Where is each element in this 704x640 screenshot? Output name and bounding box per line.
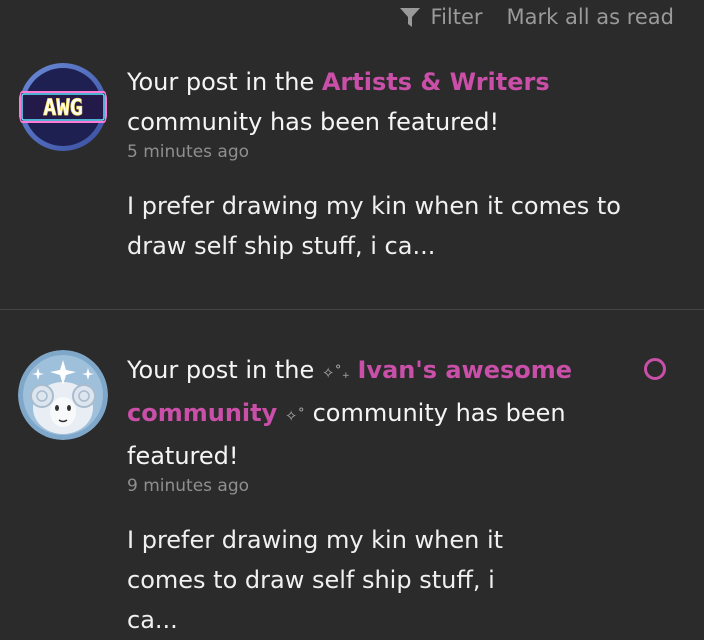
unread-indicator[interactable] <box>644 358 666 380</box>
community-avatar[interactable]: AWG <box>18 62 108 152</box>
community-link[interactable]: Artists & Writers <box>322 68 550 96</box>
post-excerpt[interactable]: I prefer drawing my kin when it comes to… <box>127 520 547 640</box>
timestamp: 9 minutes ago <box>127 476 250 496</box>
headline-prefix: Your post in the <box>127 356 322 384</box>
sparkle-decoration: ✧˚₊ <box>321 364 350 382</box>
awg-logo-icon: AWG <box>19 63 107 151</box>
headline-prefix: Your post in the <box>127 68 322 96</box>
filter-label: Filter <box>430 5 483 29</box>
sparkle-decoration: ✧˚ <box>284 407 305 425</box>
funnel-icon <box>399 6 421 28</box>
headline-suffix: community has been featured! <box>127 108 500 136</box>
sheep-avatar-icon <box>18 350 108 440</box>
community-avatar[interactable] <box>18 350 108 440</box>
filter-button[interactable]: Filter <box>399 5 483 29</box>
notification-headline: Your post in the Artists & Writers commu… <box>127 62 644 142</box>
notification-item[interactable]: AWG Your post in the Artists & Writers c… <box>0 44 704 310</box>
notification-toolbar: Filter Mark all as read <box>399 0 674 34</box>
mark-all-read-button[interactable]: Mark all as read <box>507 5 674 29</box>
notification-headline: Your post in the ✧˚₊ Ivan's awesome comm… <box>127 350 586 476</box>
svg-text:AWG: AWG <box>43 96 83 121</box>
post-excerpt[interactable]: I prefer drawing my kin when it comes to… <box>127 186 647 266</box>
timestamp: 5 minutes ago <box>127 142 250 162</box>
notification-item[interactable]: Your post in the ✧˚₊ Ivan's awesome comm… <box>0 310 704 640</box>
